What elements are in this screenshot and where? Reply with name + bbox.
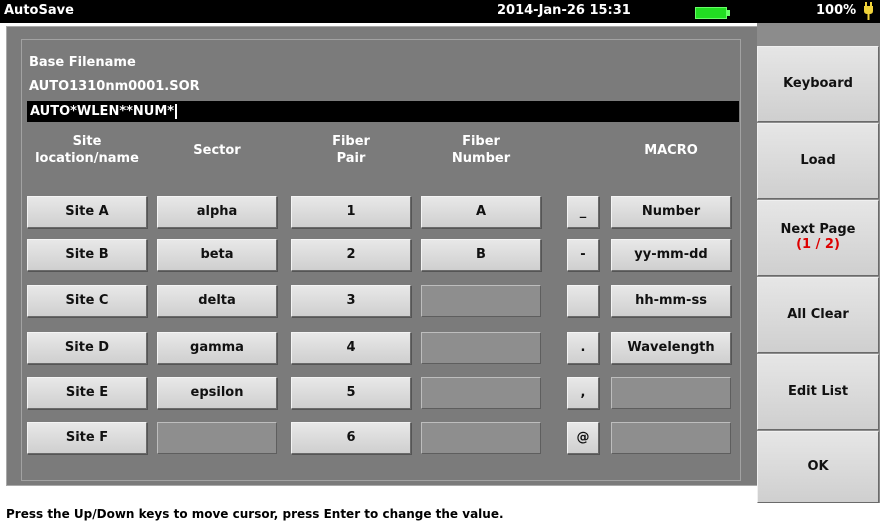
site-button[interactable]: Site E (27, 377, 147, 409)
fiber-number-button[interactable] (421, 285, 541, 317)
keyboard-button[interactable]: Keyboard (757, 46, 879, 122)
date-time: 2014-Jan-26 15:31 (497, 3, 631, 18)
symbol-underscore-button[interactable]: _ (567, 196, 599, 228)
sector-button[interactable]: delta (157, 285, 277, 317)
macro-button[interactable]: hh-mm-ss (611, 285, 731, 317)
next-page-label: Next Page (780, 222, 856, 237)
load-label: Load (800, 153, 836, 168)
ok-label: OK (807, 459, 829, 474)
sector-button[interactable] (157, 422, 277, 454)
ok-button[interactable]: OK (757, 431, 879, 503)
sector-button[interactable]: gamma (157, 332, 277, 364)
all-clear-button[interactable]: All Clear (757, 277, 879, 353)
column-header-fiber-number: Fiber Number (451, 134, 511, 166)
symbol-period-button[interactable]: . (567, 332, 599, 364)
fiber-pair-button[interactable]: 2 (291, 239, 411, 271)
macro-button[interactable]: Number (611, 196, 731, 228)
column-header-site: Site location/name (35, 134, 139, 166)
ac-power-icon (864, 2, 873, 20)
status-message: Press the Up/Down keys to move cursor, p… (0, 503, 880, 525)
autosave-panel: Base Filename AUTO1310nm0001.SOR AUTO*WL… (6, 26, 758, 500)
symbol-comma-button[interactable]: , (567, 377, 599, 409)
edit-list-label: Edit List (787, 384, 849, 399)
macro-button[interactable]: yy-mm-dd (611, 239, 731, 271)
filename-pattern-input[interactable]: AUTO*WLEN**NUM* (27, 101, 739, 122)
symbol-hyphen-button[interactable]: - (567, 239, 599, 271)
base-filename-label: Base Filename (29, 55, 136, 70)
site-button[interactable]: Site B (27, 239, 147, 271)
fiber-number-button[interactable] (421, 332, 541, 364)
macro-button[interactable]: Wavelength (611, 332, 731, 364)
fiber-number-button[interactable]: B (421, 239, 541, 271)
scroll-down-arrow-icon[interactable] (375, 491, 389, 500)
softkey-panel: Keyboard Load Next Page (1 / 2) All Clea… (757, 23, 880, 503)
fiber-pair-button[interactable]: 3 (291, 285, 411, 317)
sector-button[interactable]: epsilon (157, 377, 277, 409)
fiber-number-button[interactable]: A (421, 196, 541, 228)
base-filename-value: AUTO1310nm0001.SOR (29, 79, 200, 94)
filename-pattern-text: AUTO*WLEN**NUM* (30, 104, 175, 119)
site-button[interactable]: Site D (27, 332, 147, 364)
sector-button[interactable]: beta (157, 239, 277, 271)
site-button[interactable]: Site A (27, 196, 147, 228)
column-header-fiber-pair: Fiber Pair (332, 134, 370, 166)
symbol-at-button[interactable]: @ (567, 422, 599, 454)
keyboard-label: Keyboard (783, 76, 853, 91)
edit-list-button[interactable]: Edit List (757, 354, 879, 430)
sector-button[interactable]: alpha (157, 196, 277, 228)
load-button[interactable]: Load (757, 123, 879, 199)
all-clear-label: All Clear (787, 307, 849, 322)
macro-button[interactable] (611, 422, 731, 454)
macro-button[interactable] (611, 377, 731, 409)
battery-icon (695, 7, 730, 19)
app-title: AutoSave (4, 3, 74, 18)
page-indicator: (1 / 2) (796, 237, 840, 252)
battery-percent: 100% (816, 3, 857, 18)
title-bar: AutoSave 2014-Jan-26 15:31 100% (0, 0, 880, 23)
fiber-number-button[interactable] (421, 422, 541, 454)
fiber-number-button[interactable] (421, 377, 541, 409)
column-header-sector: Sector (193, 143, 241, 158)
column-header-macro: MACRO (644, 143, 698, 158)
next-page-button[interactable]: Next Page (1 / 2) (757, 200, 879, 276)
site-button[interactable]: Site C (27, 285, 147, 317)
fiber-pair-button[interactable]: 6 (291, 422, 411, 454)
text-cursor (175, 104, 178, 119)
site-button[interactable]: Site F (27, 422, 147, 454)
fiber-pair-button[interactable]: 5 (291, 377, 411, 409)
symbol-space-button[interactable] (567, 285, 599, 317)
fiber-pair-button[interactable]: 1 (291, 196, 411, 228)
fiber-pair-button[interactable]: 4 (291, 332, 411, 364)
